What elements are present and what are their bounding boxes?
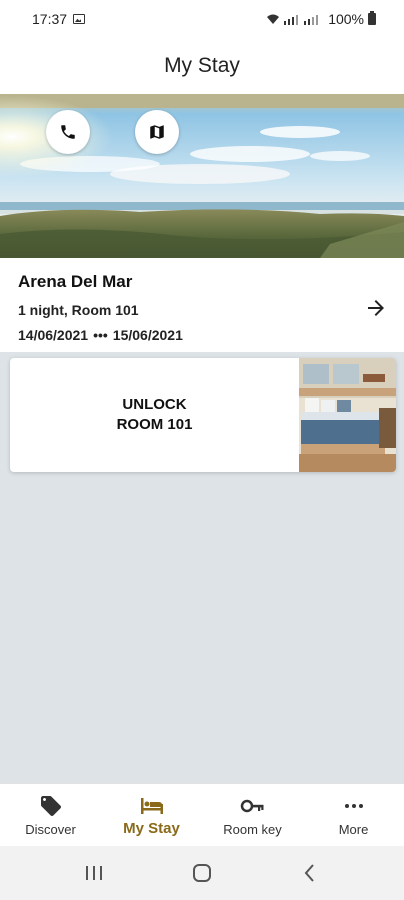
- tag-icon: [38, 794, 64, 818]
- check-in-date: 14/06/2021: [18, 327, 89, 343]
- status-right: 100%: [266, 11, 376, 27]
- unlock-line-2: ROOM 101: [116, 416, 193, 433]
- recent-apps-icon: [86, 866, 102, 880]
- nav-item-my-stay[interactable]: My Stay: [101, 784, 202, 846]
- nav-label-more: More: [338, 822, 369, 837]
- signal-icon: [284, 15, 319, 25]
- main-content: UNLOCK ROOM 101: [0, 352, 404, 783]
- map-icon: [150, 125, 164, 139]
- arrow-right-icon[interactable]: [364, 296, 388, 320]
- date-separator: •••: [93, 327, 108, 343]
- unlock-room-label: UNLOCK ROOM 101: [10, 358, 299, 472]
- hotel-name: Arena Del Mar: [18, 272, 133, 291]
- map-button[interactable]: [135, 110, 179, 154]
- bottom-navigation: Discover My Stay Room key More: [0, 783, 404, 846]
- stay-details-row[interactable]: Arena Del Mar 1 night, Room 101 14/06/20…: [0, 258, 404, 352]
- key-icon: [240, 794, 266, 818]
- app-header: My Stay: [0, 38, 404, 94]
- room-photo-image: [299, 358, 396, 472]
- call-hotel-button[interactable]: [46, 110, 90, 154]
- nav-item-more[interactable]: More: [303, 784, 404, 846]
- system-navigation-bar: [0, 846, 404, 900]
- battery-icon: [368, 11, 376, 25]
- stay-summary: 1 night, Room 101: [18, 302, 139, 318]
- unlock-room-card[interactable]: UNLOCK ROOM 101: [10, 358, 396, 472]
- wifi-icon: [267, 14, 280, 24]
- stay-dates: 14/06/2021 ••• 15/06/2021: [18, 327, 386, 343]
- more-dots-icon: [341, 794, 367, 818]
- status-bar: 17:37 100%: [0, 0, 404, 38]
- home-button[interactable]: [180, 855, 224, 891]
- status-time: 17:37: [32, 11, 68, 27]
- nav-item-room-key[interactable]: Room key: [202, 784, 303, 846]
- home-icon: [193, 864, 211, 882]
- check-out-date: 15/06/2021: [112, 327, 183, 343]
- battery-percent: 100%: [328, 11, 364, 27]
- hotel-hero-image: [0, 94, 404, 258]
- image-icon: [73, 14, 86, 24]
- nav-item-discover[interactable]: Discover: [0, 784, 101, 846]
- back-button[interactable]: [288, 855, 332, 891]
- back-chevron-icon: [304, 864, 314, 882]
- nav-label-my-stay: My Stay: [123, 820, 180, 837]
- page-title: My Stay: [164, 54, 240, 77]
- recent-apps-button[interactable]: [72, 855, 116, 891]
- unlock-line-1: UNLOCK: [122, 396, 187, 413]
- phone-icon: [61, 125, 75, 139]
- status-left: 17:37: [32, 11, 86, 27]
- nav-label-discover: Discover: [25, 822, 76, 837]
- nav-label-room-key: Room key: [223, 822, 282, 837]
- bed-icon: [139, 794, 165, 818]
